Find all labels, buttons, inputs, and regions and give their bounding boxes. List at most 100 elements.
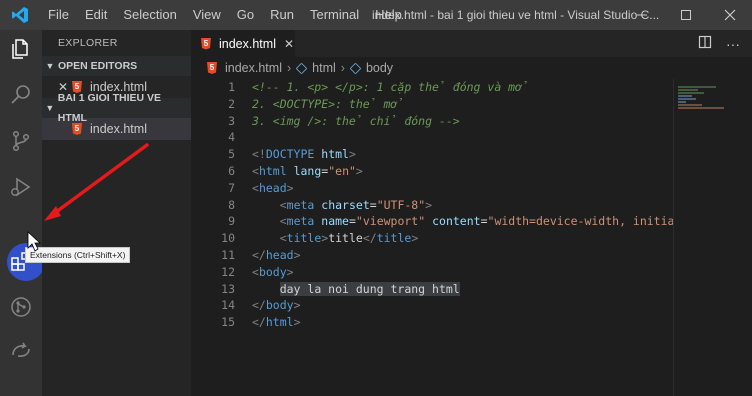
code-attr: charset [321, 197, 370, 212]
tab-bar: 5 index.html ✕ ··· [191, 30, 752, 57]
tab-index-html[interactable]: 5 index.html ✕ [191, 30, 295, 57]
code-line: 2 2. <DOCTYPE>: thẻ mở [191, 96, 752, 113]
line-number: 3 [228, 113, 235, 128]
code-text-selected: day la noi dung trang html [279, 281, 460, 296]
code-attr: name [321, 214, 349, 229]
code-line: 9 <meta name="viewport" content="width=d… [191, 213, 752, 230]
line-number: 14 [221, 298, 235, 313]
line-number: 15 [221, 315, 235, 330]
maximize-button[interactable] [664, 0, 708, 30]
line-number: 4 [228, 130, 235, 145]
line-number: 10 [221, 231, 235, 246]
code-text: title [328, 231, 363, 246]
line-number: 8 [228, 197, 235, 212]
html-file-icon: 5 [72, 81, 82, 93]
menu-go[interactable]: Go [229, 0, 262, 30]
code-tag: meta [286, 214, 315, 229]
code-comment: 3. <img />: thẻ chỉ đóng --> [252, 113, 460, 128]
code-keyword: DOCTYPE [265, 147, 315, 162]
extensions-tooltip: Extensions (Ctrl+Shift+X) [25, 247, 131, 263]
code-line: 5 <!DOCTYPE html> [191, 146, 752, 163]
more-actions-icon[interactable]: ··· [726, 36, 740, 52]
breadcrumb: 5 index.html › html › body [191, 57, 752, 79]
git-graph-icon[interactable] [6, 292, 36, 322]
chevron-down-icon: ▼ [45, 103, 55, 113]
open-editors-title: OPEN EDITORS [58, 60, 138, 72]
line-number: 5 [228, 147, 235, 162]
code-tag: head [265, 247, 294, 262]
split-editor-icon[interactable] [698, 35, 712, 52]
code-editor[interactable]: 1 <!-- 1. <p> </p>: 1 cặp thẻ đóng và mở … [191, 79, 752, 331]
chevron-right-icon: › [340, 61, 345, 75]
menu-bar: File Edit Selection View Go Run Terminal… [40, 0, 410, 30]
code-attr: content [432, 214, 481, 229]
source-control-icon[interactable] [6, 126, 36, 156]
line-number: 9 [228, 214, 235, 229]
code-line: 3 3. <img />: thẻ chỉ đóng --> [191, 113, 752, 130]
menu-view[interactable]: View [185, 0, 229, 30]
chevron-down-icon: ▼ [45, 61, 55, 71]
menu-run[interactable]: Run [262, 0, 302, 30]
line-number: 1 [228, 80, 235, 94]
code-string: "width=device-width, initial-s [487, 214, 696, 229]
code-string: "UTF-8" [376, 197, 426, 212]
code-line: 6 <html lang="en"> [191, 163, 752, 180]
symbol-element-icon [349, 62, 362, 74]
menu-terminal[interactable]: Terminal [302, 0, 367, 30]
code-line: 12 <body> [191, 264, 752, 281]
menu-edit[interactable]: Edit [77, 0, 115, 30]
minimap[interactable] [673, 79, 738, 396]
open-editors-section[interactable]: ▼ OPEN EDITORS [42, 56, 191, 76]
code-punct: <! [252, 147, 266, 162]
menu-file[interactable]: File [40, 0, 77, 30]
html-file-icon: 5 [72, 123, 82, 135]
code-attr: html [321, 147, 349, 162]
explorer-title: EXPLORER [58, 37, 118, 49]
code-tag: meta [286, 197, 315, 212]
code-tag: body [258, 264, 287, 279]
breadcrumb-body[interactable]: body [366, 61, 393, 75]
breadcrumb-file[interactable]: index.html [225, 61, 282, 75]
code-string: "en" [328, 163, 356, 178]
code-tag: html [265, 315, 294, 330]
symbol-element-icon [295, 62, 308, 74]
code-line: 11 </head> [191, 247, 752, 264]
breadcrumb-html[interactable]: html [312, 61, 336, 75]
code-line: 10 <title>title</title> [191, 230, 752, 247]
folder-section[interactable]: ▼ BAI 1 GIOI THIEU VE HTML [42, 92, 191, 124]
code-tag: body [265, 298, 294, 313]
line-number: 2 [228, 96, 235, 111]
close-tab-icon[interactable]: ✕ [284, 37, 294, 51]
line-number: 7 [228, 180, 235, 195]
close-window-button[interactable] [708, 0, 752, 30]
title-bar: File Edit Selection View Go Run Terminal… [0, 0, 752, 30]
code-line: 14 </body> [191, 297, 752, 314]
code-tag: title [286, 231, 322, 246]
activity-bar [0, 30, 45, 396]
line-number: 11 [221, 247, 235, 262]
menu-selection[interactable]: Selection [115, 0, 184, 30]
code-line: 1 <!-- 1. <p> </p>: 1 cặp thẻ đóng và mở [191, 79, 752, 96]
tab-label: index.html [219, 36, 276, 51]
vscode-logo-icon [0, 0, 40, 30]
code-comment: 2. <DOCTYPE>: thẻ mở [252, 96, 405, 111]
code-comment: <!-- 1. <p> </p>: 1 cặp thẻ đóng và mở [252, 80, 529, 94]
code-attr: lang [293, 163, 322, 178]
code-line: 15 </html> [191, 314, 752, 331]
run-debug-icon[interactable] [6, 172, 36, 202]
code-string: "viewport" [355, 214, 426, 229]
html-file-icon: 5 [201, 37, 211, 50]
vertical-scrollbar[interactable] [738, 79, 752, 396]
explorer-icon[interactable] [6, 34, 36, 64]
minimize-button[interactable] [620, 0, 664, 30]
window-title: index.html - bai 1 gioi thieu ve html - … [372, 8, 660, 22]
editor-actions: ··· [698, 30, 740, 57]
code-punct: > [348, 147, 356, 162]
remote-icon[interactable] [6, 336, 36, 366]
code-line: 13 day la noi dung trang html [191, 281, 752, 298]
search-icon[interactable] [6, 80, 36, 110]
html-file-icon: 5 [207, 62, 217, 74]
code-line: 8 <meta charset="UTF-8"> [191, 197, 752, 214]
line-number: 12 [221, 264, 235, 279]
code-line: 7 <head> [191, 180, 752, 197]
